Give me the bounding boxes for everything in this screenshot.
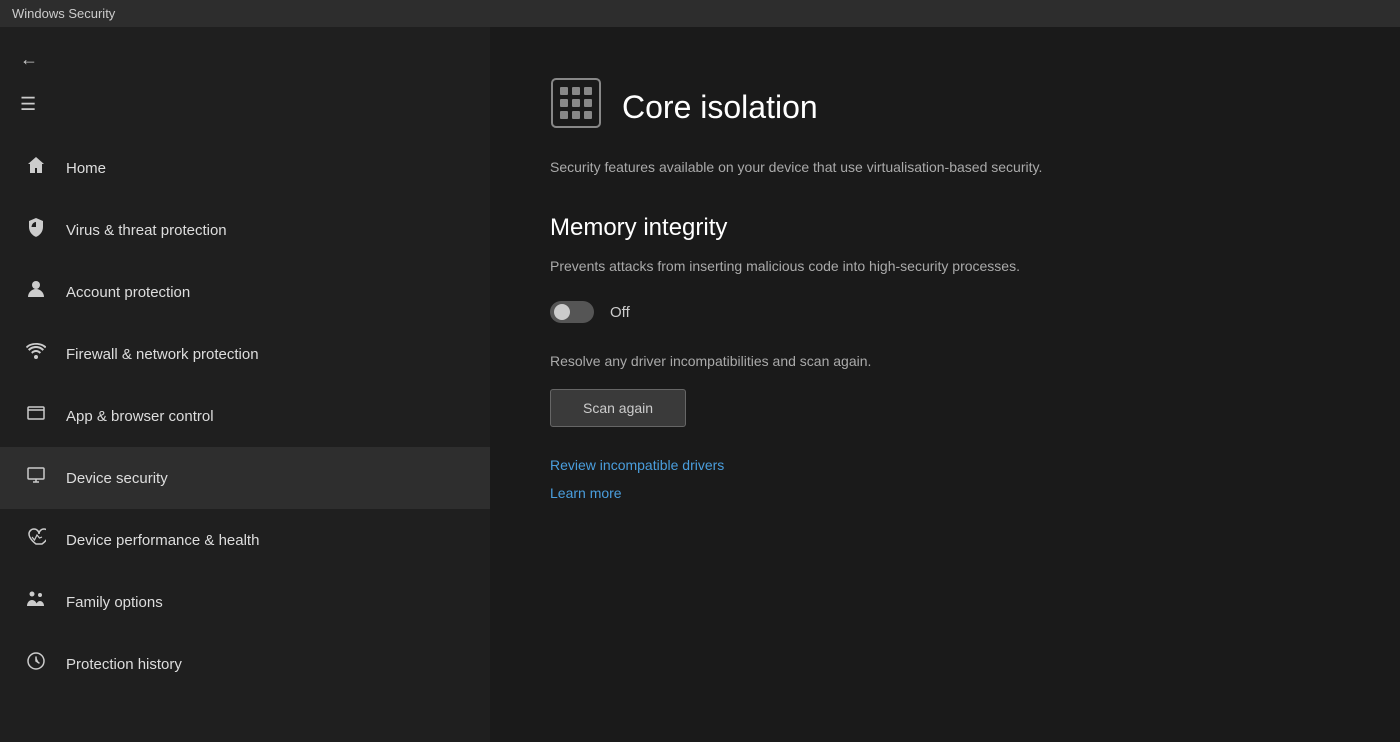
monitor-icon [24,465,48,491]
sidebar-label-family: Family options [66,594,163,611]
sidebar: ← ☰ Home Virus & threat protection [0,27,490,742]
home-icon [24,155,48,181]
sidebar-item-history[interactable]: Protection history [0,633,490,695]
section-title: Memory integrity [550,214,1340,242]
page-header: Core isolation [550,77,1340,137]
section-description: Prevents attacks from inserting maliciou… [550,256,1250,277]
core-isolation-icon [550,77,602,137]
heart-icon [24,527,48,553]
resolve-text: Resolve any driver incompatibilities and… [550,353,1340,369]
sidebar-item-app-browser[interactable]: App & browser control [0,385,490,447]
sidebar-item-firewall[interactable]: Firewall & network protection [0,323,490,385]
toggle-row: Off [550,301,1340,323]
sidebar-label-device-performance: Device performance & health [66,532,259,549]
sidebar-item-account[interactable]: Account protection [0,261,490,323]
main-content: Core isolation Security features availab… [490,27,1400,742]
back-button[interactable]: ← [0,37,490,82]
sidebar-item-device-security[interactable]: Device security [0,447,490,509]
title-bar: Windows Security [0,0,1400,27]
clock-icon [24,651,48,677]
learn-more-link[interactable]: Learn more [550,485,1340,501]
wifi-icon [24,341,48,367]
sidebar-label-home: Home [66,160,106,177]
sidebar-label-device-security: Device security [66,470,168,487]
sidebar-item-virus[interactable]: Virus & threat protection [0,199,490,261]
shield-icon [24,217,48,243]
sidebar-label-virus: Virus & threat protection [66,222,227,239]
memory-integrity-toggle[interactable] [550,301,594,323]
review-drivers-link[interactable]: Review incompatible drivers [550,457,1340,473]
toggle-knob [554,304,570,320]
title-bar-label: Windows Security [12,6,115,21]
sidebar-item-device-performance[interactable]: Device performance & health [0,509,490,571]
back-icon: ← [20,49,38,70]
sidebar-label-firewall: Firewall & network protection [66,346,259,363]
sidebar-spacer [0,127,490,137]
sidebar-label-history: Protection history [66,656,182,673]
sidebar-label-account: Account protection [66,284,190,301]
toggle-label: Off [610,304,630,321]
family-icon [24,589,48,615]
scan-again-button[interactable]: Scan again [550,389,686,427]
page-description: Security features available on your devi… [550,157,1310,178]
window-icon [24,403,48,429]
menu-icon[interactable]: ☰ [0,82,490,127]
sidebar-item-family[interactable]: Family options [0,571,490,633]
app-container: ← ☰ Home Virus & threat protection [0,27,1400,742]
page-title: Core isolation [622,89,818,126]
sidebar-item-home[interactable]: Home [0,137,490,199]
hamburger-icon: ☰ [20,94,36,115]
sidebar-label-app-browser: App & browser control [66,408,214,425]
person-icon [24,279,48,305]
